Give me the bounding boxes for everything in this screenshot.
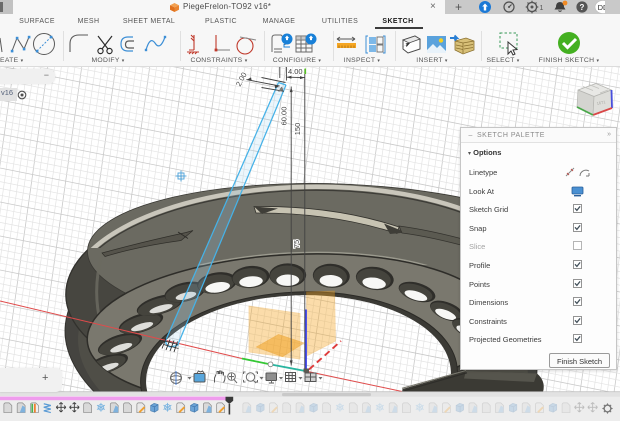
svg-text:150: 150 [293, 123, 302, 136]
svg-text:4.00: 4.00 [288, 67, 303, 76]
svg-text:60.00: 60.00 [279, 107, 288, 126]
svg-text:1: 1 [540, 5, 544, 12]
svg-text:?: ? [580, 3, 585, 12]
svg-text:DD: DD [598, 3, 605, 12]
svg-text:75: 75 [292, 240, 301, 248]
